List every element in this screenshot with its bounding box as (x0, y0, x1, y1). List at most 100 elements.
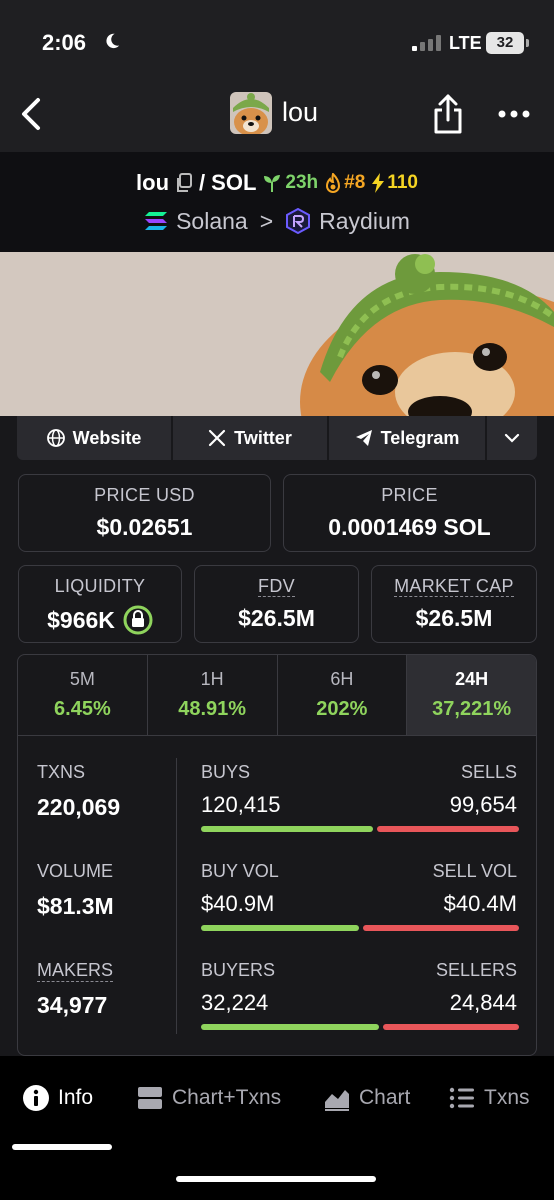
battery-icon: 32 (486, 32, 529, 54)
tab-chart[interactable]: Chart (323, 1078, 410, 1118)
tab-change: 48.91% (178, 698, 247, 720)
makers-label: MAKERS (37, 960, 114, 982)
nav-bar: lou (0, 80, 554, 152)
age-badge: 23h (262, 172, 318, 194)
fdv-value: $26.5M (238, 605, 315, 631)
chevron-down-icon (504, 433, 520, 443)
token-avatar (230, 92, 272, 134)
pair-row: lou / SOL 23h #8 110 (0, 166, 554, 200)
sell-vol-label: SELL VOL (432, 861, 517, 881)
token-header: lou / SOL 23h #8 110 Solana > Raydium (0, 152, 554, 252)
liquidity-label: LIQUIDITY (54, 576, 146, 596)
area-chart-icon (325, 1090, 349, 1111)
tab-change: 37,221% (432, 698, 512, 720)
price-usd-card: PRICE USD $0.02651 (18, 474, 271, 552)
more-icon[interactable] (494, 102, 534, 126)
buys-label: BUYS (201, 762, 251, 782)
price-label: PRICE (381, 485, 438, 505)
tab-chart-label: Chart (359, 1086, 411, 1109)
scroll-indicator (12, 1144, 112, 1150)
chain-link[interactable]: Solana (176, 208, 248, 235)
boost-value: 110 (387, 172, 418, 193)
fdv-label-text: FDV (258, 576, 295, 597)
flame-icon (326, 173, 341, 193)
signal-icon (412, 35, 441, 51)
back-button[interactable] (12, 92, 52, 136)
chain-row: Solana > Raydium (0, 204, 554, 238)
rank-badge: #8 (324, 172, 365, 194)
fdv-card[interactable]: FDV $26.5M (194, 565, 359, 643)
solana-icon (145, 212, 168, 230)
tab-label: 1H (200, 669, 224, 689)
tab-change: 202% (316, 698, 368, 720)
stats-divider (176, 758, 177, 1034)
buyers-value: 32,224 (201, 990, 269, 1015)
more-links-button[interactable] (487, 416, 537, 460)
market-cap-label: MARKET CAP (372, 576, 536, 597)
liquidity-card: LIQUIDITY $966K (18, 565, 182, 643)
network-label: LTE (449, 33, 482, 53)
share-icon[interactable] (428, 92, 468, 136)
token-symbol: lou (136, 170, 170, 195)
buyers-bar (201, 1024, 379, 1030)
tab-change: 6.45% (54, 698, 111, 720)
stats-panel: TXNS 220,069 VOLUME $81.3M MAKERS 34,977… (17, 736, 537, 1056)
boost-badge: 110 (371, 172, 418, 194)
quote-symbol: SOL (211, 170, 257, 195)
telegram-icon (355, 430, 372, 446)
globe-icon (46, 429, 65, 447)
tab-24h[interactable]: 24H 37,221% (407, 655, 536, 735)
buyers-label: BUYERS (201, 960, 276, 980)
sell-vol-value: $40.4M (443, 891, 517, 916)
tab-txns-label: Txns (484, 1086, 530, 1109)
liquidity-value: $966K (47, 606, 115, 633)
token-banner (0, 252, 554, 417)
tab-6h[interactable]: 6H 202% (278, 655, 408, 735)
home-indicator (176, 1176, 376, 1182)
tab-label: 6H (330, 669, 354, 689)
price-usd-value: $0.02651 (96, 514, 193, 540)
buy-vol-label: BUY VOL (201, 861, 279, 881)
tab-txns[interactable]: Txns (448, 1078, 530, 1118)
txns-value: 220,069 (37, 794, 121, 820)
twitter-button[interactable]: Twitter (173, 416, 329, 460)
buy-vol-value: $40.9M (201, 891, 275, 916)
sellers-value: 24,844 (449, 990, 517, 1015)
copy-icon[interactable] (175, 173, 193, 193)
tab-info[interactable]: Info (22, 1078, 93, 1118)
bottom-tab-bar: Info Chart+Txns Chart Txns (0, 1056, 554, 1200)
sellers-bar (383, 1024, 519, 1030)
chevron-right-icon: > (259, 207, 274, 234)
x-icon (209, 429, 226, 447)
dex-link[interactable]: Raydium (319, 208, 410, 235)
tab-label: 5M (69, 669, 95, 689)
info-icon (23, 1085, 49, 1111)
status-bar: 2:06 LTE 32 (0, 0, 554, 80)
sells-bar (377, 826, 519, 832)
fdv-label: FDV (195, 576, 358, 597)
volume-value: $81.3M (37, 893, 114, 919)
tab-chart-txns[interactable]: Chart+Txns (136, 1078, 281, 1118)
tab-label: 24H (455, 669, 489, 689)
main-content: Website Twitter Telegram PRICE USD $0.02… (0, 416, 554, 1056)
seedling-icon (264, 175, 281, 192)
website-button[interactable]: Website (17, 416, 173, 460)
sellers-label: SELLERS (435, 960, 517, 980)
liquidity-row: $966K (19, 605, 181, 635)
market-cap-card[interactable]: MARKET CAP $26.5M (371, 565, 537, 643)
buys-value: 120,415 (201, 792, 281, 817)
telegram-button[interactable]: Telegram (329, 416, 487, 460)
tab-1h[interactable]: 1H 48.91% (148, 655, 278, 735)
banner-image (0, 252, 554, 417)
tab-chart-txns-label: Chart+Txns (172, 1086, 282, 1109)
raydium-icon (286, 208, 311, 234)
buy-vol-bar (201, 925, 359, 931)
market-cap-value: $26.5M (415, 605, 493, 631)
sells-label: SELLS (460, 762, 517, 782)
website-label: Website (72, 427, 142, 448)
pair-separator: / (199, 170, 206, 195)
layout-icon (138, 1087, 162, 1109)
tab-5m[interactable]: 5M 6.45% (18, 655, 148, 735)
volume-label: VOLUME (37, 861, 114, 881)
age-value: 23h (285, 172, 319, 193)
